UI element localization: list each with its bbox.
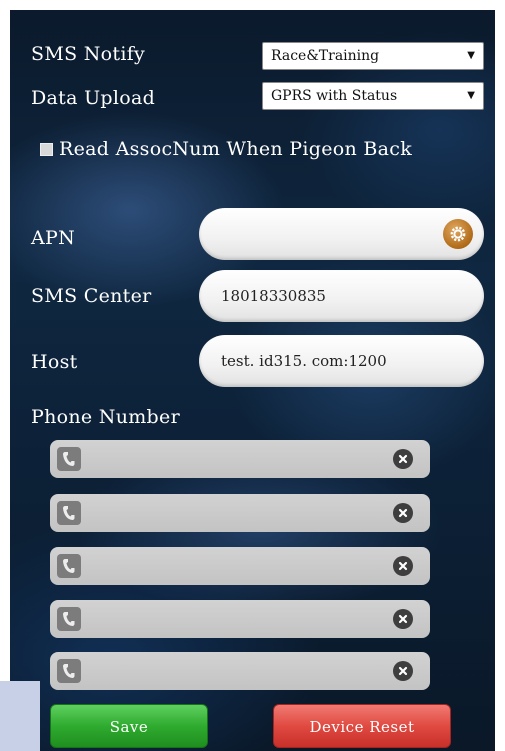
phone-icon — [57, 554, 81, 578]
phone-icon — [57, 501, 81, 525]
phone-number-field[interactable] — [50, 652, 430, 690]
host-value: test. id315. com:1200 — [221, 352, 387, 370]
phone-icon — [57, 447, 81, 471]
apn-label: APN — [31, 227, 76, 249]
sms-center-value: 18018330835 — [221, 287, 326, 305]
settings-screen: SMS Notify Race&Training ▼ Data Upload G… — [10, 10, 495, 751]
phone-icon — [57, 659, 81, 683]
data-upload-label: Data Upload — [31, 87, 156, 109]
phone-number-field[interactable] — [50, 600, 430, 638]
clear-icon[interactable] — [393, 449, 413, 469]
phone-number-label: Phone Number — [31, 406, 180, 428]
sms-notify-select[interactable]: Race&Training ▼ — [262, 42, 484, 70]
sms-notify-value: Race&Training — [271, 48, 380, 64]
read-assoc-checkbox[interactable] — [40, 142, 53, 156]
clear-icon[interactable] — [393, 609, 413, 629]
background-corner — [0, 681, 40, 751]
data-upload-value: GPRS with Status — [271, 88, 398, 104]
sms-center-input[interactable]: 18018330835 — [199, 270, 484, 322]
chevron-down-icon: ▼ — [467, 50, 475, 61]
read-assoc-label: Read AssocNum When Pigeon Back — [59, 138, 413, 160]
chevron-down-icon: ▼ — [467, 90, 475, 101]
clear-icon[interactable] — [393, 556, 413, 576]
phone-icon — [57, 607, 81, 631]
clear-icon[interactable] — [393, 661, 413, 681]
gear-icon[interactable] — [443, 219, 473, 249]
phone-number-field[interactable] — [50, 547, 430, 585]
phone-number-field[interactable] — [50, 440, 430, 478]
host-input[interactable]: test. id315. com:1200 — [199, 335, 484, 387]
clear-icon[interactable] — [393, 503, 413, 523]
data-upload-select[interactable]: GPRS with Status ▼ — [262, 82, 484, 110]
phone-number-field[interactable] — [50, 494, 430, 532]
read-assoc-row[interactable]: Read AssocNum When Pigeon Back — [40, 138, 412, 160]
apn-input[interactable] — [199, 208, 484, 260]
device-reset-button[interactable]: Device Reset — [273, 704, 451, 748]
sms-notify-label: SMS Notify — [31, 43, 146, 65]
sms-center-label: SMS Center — [31, 285, 152, 307]
host-label: Host — [31, 351, 78, 373]
save-button[interactable]: Save — [50, 704, 208, 748]
